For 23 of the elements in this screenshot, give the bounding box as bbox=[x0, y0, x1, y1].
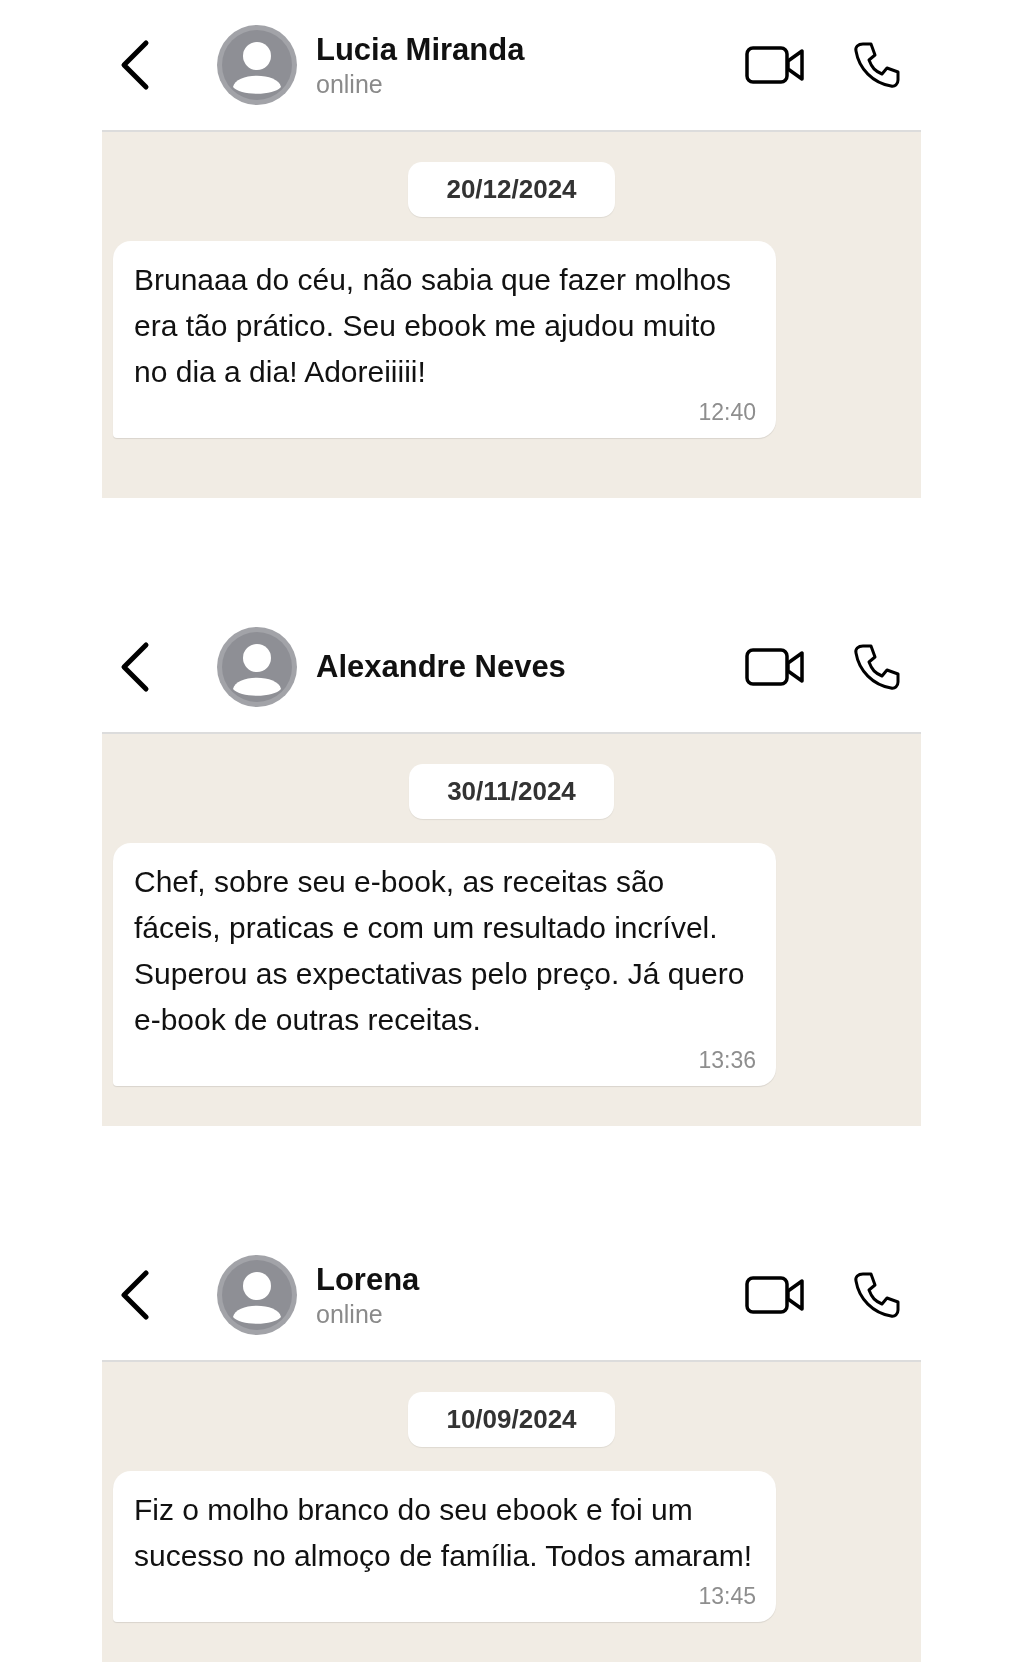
date-label: 20/12/2024 bbox=[408, 162, 615, 217]
message-time: 12:40 bbox=[698, 399, 756, 426]
message-text: Chef, sobre seu e-book, as receitas são fáceis, praticas e com um resultado incrível. Superou as expectativas pelo preço. Já quero e-book de outras receitas. bbox=[134, 864, 746, 1038]
video-call-icon[interactable] bbox=[745, 44, 805, 86]
phone-call-icon[interactable] bbox=[853, 643, 901, 691]
message-text: Fiz o molho branco do seu ebook e foi um sucesso no almoço de família. Todos amaram! bbox=[134, 1492, 754, 1574]
message-time: 13:45 bbox=[698, 1583, 756, 1610]
message-time: 13:36 bbox=[698, 1047, 756, 1074]
phone-call-icon[interactable] bbox=[853, 41, 901, 89]
message-text: Brunaaa do céu, não sabia que fazer molhos era tão prático. Seu ebook me ajudou muito no dia a dia! Adoreiiiii! bbox=[134, 262, 733, 390]
date-label: 30/11/2024 bbox=[409, 764, 614, 819]
contact-status: online bbox=[316, 1299, 384, 1329]
date-label: 10/09/2024 bbox=[408, 1392, 615, 1447]
avatar-icon bbox=[216, 24, 298, 106]
video-call-icon[interactable] bbox=[745, 1274, 805, 1316]
phone-call-icon[interactable] bbox=[853, 1271, 901, 1319]
avatar-icon bbox=[216, 1254, 298, 1336]
video-call-icon[interactable] bbox=[745, 646, 805, 688]
contact-name: Lorena bbox=[316, 1261, 421, 1298]
contact-name: Alexandre Neves bbox=[316, 649, 567, 685]
contact-status: online bbox=[316, 69, 384, 99]
contact-name: Lucia Miranda bbox=[316, 31, 526, 68]
avatar-icon bbox=[216, 626, 298, 708]
